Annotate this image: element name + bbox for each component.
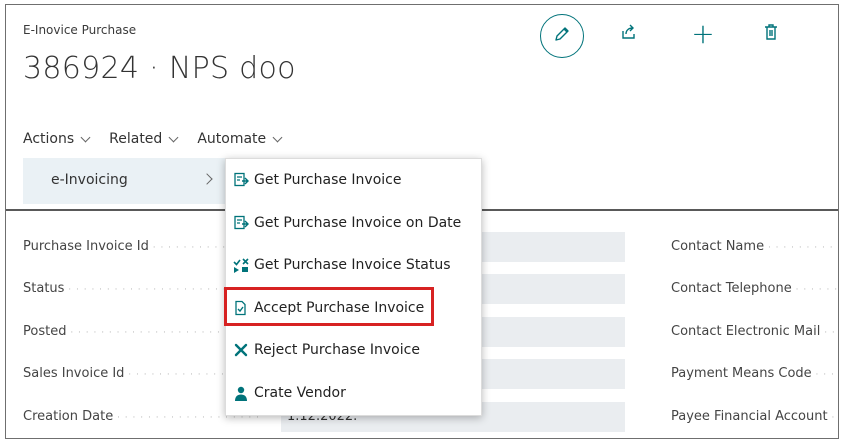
chevron-down-icon	[80, 132, 91, 142]
get-invoice-icon	[233, 172, 249, 188]
new-button[interactable]: +	[688, 19, 718, 49]
get-invoice-icon	[233, 215, 249, 231]
field-label-contact-name: Contact Name	[671, 239, 838, 254]
related-label: Related	[109, 131, 163, 147]
submenu-e-invoicing[interactable]: e-Invoicing	[23, 158, 226, 204]
field-label-contact-email: Contact Electronic Mail	[671, 324, 838, 339]
action-bar: Actions Related Automate	[23, 129, 283, 149]
status-icon	[233, 257, 249, 273]
page-caption: E-Inovice Purchase	[23, 23, 137, 37]
delete-button[interactable]	[758, 21, 784, 47]
field-label-contact-telephone: Contact Telephone	[671, 281, 838, 296]
chevron-right-icon	[201, 173, 213, 185]
share-button[interactable]	[616, 21, 642, 47]
actions-menu[interactable]: Actions	[23, 129, 91, 149]
menu-item-get-purchase-invoice-status[interactable]: Get Purchase Invoice Status	[226, 250, 481, 280]
e-invoicing-dropdown-menu: Get Purchase Invoice Get Purchase Invoic…	[225, 158, 482, 416]
menu-item-crate-vendor[interactable]: Crate Vendor	[226, 378, 481, 408]
menu-item-get-purchase-invoice[interactable]: Get Purchase Invoice	[226, 165, 481, 195]
chevron-down-icon	[168, 132, 179, 142]
related-menu[interactable]: Related	[109, 129, 179, 149]
field-label-payment-means-code: Payment Means Code	[671, 366, 838, 381]
page-title: 386924 · NPS doo	[23, 51, 296, 86]
accept-document-icon	[233, 300, 249, 316]
automate-label: Automate	[197, 131, 267, 147]
automate-menu[interactable]: Automate	[197, 129, 283, 149]
field-label-payee-financial-account: Payee Financial Account	[671, 409, 838, 424]
edit-button[interactable]	[540, 14, 584, 58]
actions-label: Actions	[23, 131, 75, 147]
chevron-down-icon	[272, 132, 283, 142]
menu-item-label: Reject Purchase Invoice	[254, 342, 420, 358]
menu-item-label: Get Purchase Invoice	[254, 172, 402, 188]
plus-icon: +	[691, 17, 715, 50]
trash-icon	[763, 23, 779, 45]
person-icon	[233, 385, 249, 401]
reject-icon	[233, 342, 249, 358]
menu-item-label: Get Purchase Invoice Status	[254, 257, 451, 273]
page-frame: E-Inovice Purchase 386924 · NPS doo + Ac…	[5, 4, 839, 439]
menu-item-reject-purchase-invoice[interactable]: Reject Purchase Invoice	[226, 335, 481, 365]
share-icon	[620, 23, 638, 45]
menu-item-accept-purchase-invoice[interactable]: Accept Purchase Invoice	[226, 293, 481, 323]
menu-item-get-purchase-invoice-on-date[interactable]: Get Purchase Invoice on Date	[226, 208, 481, 238]
menu-item-label: Crate Vendor	[254, 385, 346, 401]
menu-item-label: Get Purchase Invoice on Date	[254, 215, 462, 231]
menu-item-label: Accept Purchase Invoice	[254, 300, 425, 316]
submenu-label: e-Invoicing	[51, 172, 128, 188]
pencil-icon	[552, 24, 572, 48]
